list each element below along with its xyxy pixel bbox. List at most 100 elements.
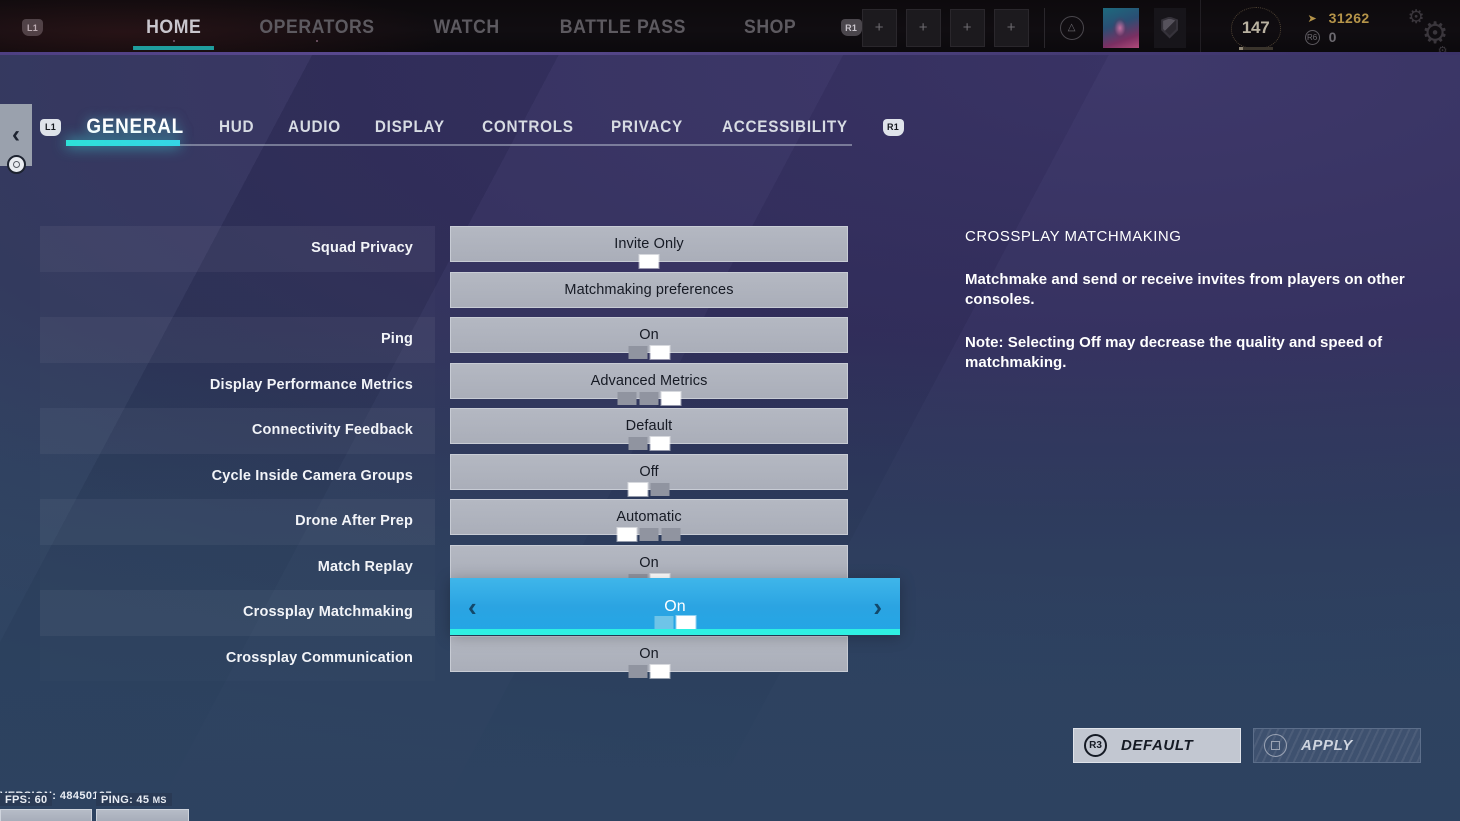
ping-graph (96, 809, 189, 821)
fps-readout: FPS: 60 (0, 793, 53, 806)
r3-stick-icon: R3 (1084, 734, 1107, 757)
setting-row-label: Drone After Prep (295, 513, 413, 529)
setting-step-indicator (639, 255, 659, 268)
apply-button[interactable]: APPLY (1253, 728, 1421, 763)
step-pip (650, 346, 670, 359)
r1-bumper-icon[interactable]: R1 (882, 118, 904, 136)
setting-row[interactable]: Matchmaking preferences (40, 271, 860, 318)
setting-row[interactable]: Squad Privacy Invite Only (40, 226, 860, 272)
setting-value-control[interactable]: Advanced Metrics (450, 362, 848, 405)
fps-meter: FPS: 60 (0, 790, 92, 821)
topbar-right-cluster: + + + + △ 147 ➤ 31262 R6 0 ⚙ ⚙ ⚙ (861, 0, 1460, 57)
nav-item-battle-pass[interactable]: BATTLE PASS (535, 0, 710, 55)
nav-item-shop[interactable]: SHOP (720, 0, 821, 55)
l1-bumper-icon[interactable]: L1 (40, 118, 61, 136)
step-pip (639, 391, 659, 405)
step-pip (661, 528, 681, 541)
nav-item-watch-label: WATCH (433, 16, 501, 38)
gear-icon: ⚙ (1437, 45, 1448, 57)
loadout-slot[interactable]: + (993, 8, 1029, 47)
setting-value-text: On (639, 327, 659, 343)
currency-credits: R6 0 (1304, 29, 1370, 45)
nav-item-shop-label: SHOP (744, 16, 797, 38)
nav-item-operators[interactable]: OPERATORS (236, 0, 400, 55)
setting-value-control[interactable]: On (450, 544, 848, 587)
circle-button-icon[interactable] (7, 155, 26, 174)
square-button-icon (1264, 734, 1287, 757)
currency-list: ➤ 31262 R6 0 (1304, 10, 1370, 45)
setting-value-control[interactable]: Automatic (450, 499, 848, 541)
credit-icon: R6 (1304, 29, 1320, 45)
step-pip (676, 616, 696, 629)
setting-row-label: Crossplay Communication (225, 649, 413, 666)
setting-value-text: Advanced Metrics (590, 372, 708, 389)
loadout-slot[interactable]: + (905, 8, 941, 47)
setting-row-label: Crossplay Matchmaking (243, 604, 413, 620)
setting-value-control[interactable]: On (450, 635, 848, 678)
description-panel: CROSSPLAY MATCHMAKING Matchmake and send… (965, 228, 1445, 395)
step-pip (650, 664, 670, 678)
credit-value: 0 (1328, 29, 1337, 45)
setting-step-indicator (628, 664, 670, 678)
nav-item-battle-pass-label: BATTLE PASS (559, 16, 686, 38)
loadout-slot-group: + + + + △ (861, 7, 1200, 48)
setting-step-indicator (617, 391, 681, 405)
setting-value-control[interactable]: Default (450, 408, 848, 450)
setting-value-control[interactable]: ‹ On › (450, 578, 900, 635)
step-pip (628, 437, 648, 450)
step-pip (617, 528, 637, 541)
setting-row[interactable]: Connectivity Feedback Default (40, 408, 860, 454)
settings-gear-cluster[interactable]: ⚙ ⚙ ⚙ (1392, 0, 1460, 57)
level-badge: 147 (1227, 5, 1285, 51)
nav-item-operators-label: OPERATORS (259, 16, 376, 38)
setting-value-control[interactable]: On (450, 317, 848, 359)
tab-active-indicator (66, 140, 180, 146)
ping-meter: PING: 45 MS (96, 790, 189, 821)
setting-step-indicator (628, 346, 670, 359)
description-title: CROSSPLAY MATCHMAKING (965, 228, 1182, 245)
setting-value-text: On (664, 597, 686, 615)
setting-row-label: Squad Privacy (311, 240, 413, 256)
nav-item-watch[interactable]: WATCH (410, 0, 525, 55)
triangle-button-icon[interactable]: △ (1059, 15, 1084, 40)
setting-row[interactable]: Crossplay Matchmaking ‹ On › (40, 578, 900, 636)
step-pip (661, 391, 681, 405)
setting-row[interactable]: Cycle Inside Camera Groups Off (40, 453, 860, 500)
action-button-row: R3 DEFAULT APPLY (1073, 728, 1421, 763)
settings-list: Squad Privacy Invite Only Matchmaking pref… (40, 226, 900, 682)
nav-item-home[interactable]: HOME (122, 0, 226, 55)
nav-dot (172, 40, 175, 42)
setting-value-control[interactable]: Matchmaking preferences (450, 271, 848, 308)
setting-step-indicator (628, 437, 670, 450)
operator-portrait[interactable] (1102, 7, 1139, 48)
default-button-label: DEFAULT (1121, 737, 1194, 754)
setting-row[interactable]: Crossplay Communication On (40, 635, 860, 682)
setting-value-control[interactable]: Invite Only (450, 226, 848, 268)
setting-value-text: Default (625, 418, 673, 434)
loadout-slot[interactable]: + (949, 8, 985, 47)
circle-inner (13, 161, 20, 168)
shield-icon (1161, 16, 1179, 39)
description-line-1: Matchmake and send or receive invites fr… (965, 271, 1405, 309)
step-pip (617, 391, 637, 405)
setting-row[interactable]: Display Performance Metrics Advanced Metr… (40, 362, 860, 409)
description-line-2: Note: Selecting Off may decrease the qua… (965, 333, 1383, 371)
default-button[interactable]: R3 DEFAULT (1073, 728, 1241, 763)
setting-value-text: Off (639, 463, 659, 480)
setting-row-label: Match Replay (317, 558, 413, 575)
currency-renown: ➤ 31262 (1305, 10, 1370, 26)
setting-step-indicator (617, 528, 681, 541)
setting-value-text: On (639, 645, 659, 662)
setting-value-text: Automatic (616, 509, 682, 525)
operator-emblem[interactable] (1153, 7, 1186, 48)
setting-row-label: Ping (380, 331, 413, 347)
setting-row[interactable]: Ping On (40, 317, 860, 363)
setting-row[interactable]: Drone After Prep Automatic (40, 499, 860, 545)
chevron-left-icon[interactable]: ‹ (468, 594, 477, 620)
back-chevron-icon: ‹ (12, 121, 20, 148)
r1-bumper-icon[interactable]: R1 (840, 19, 862, 36)
setting-value-control[interactable]: Off (450, 453, 848, 496)
chevron-right-icon[interactable]: › (873, 594, 882, 620)
step-pip (628, 482, 648, 496)
loadout-slot[interactable]: + (861, 8, 897, 47)
